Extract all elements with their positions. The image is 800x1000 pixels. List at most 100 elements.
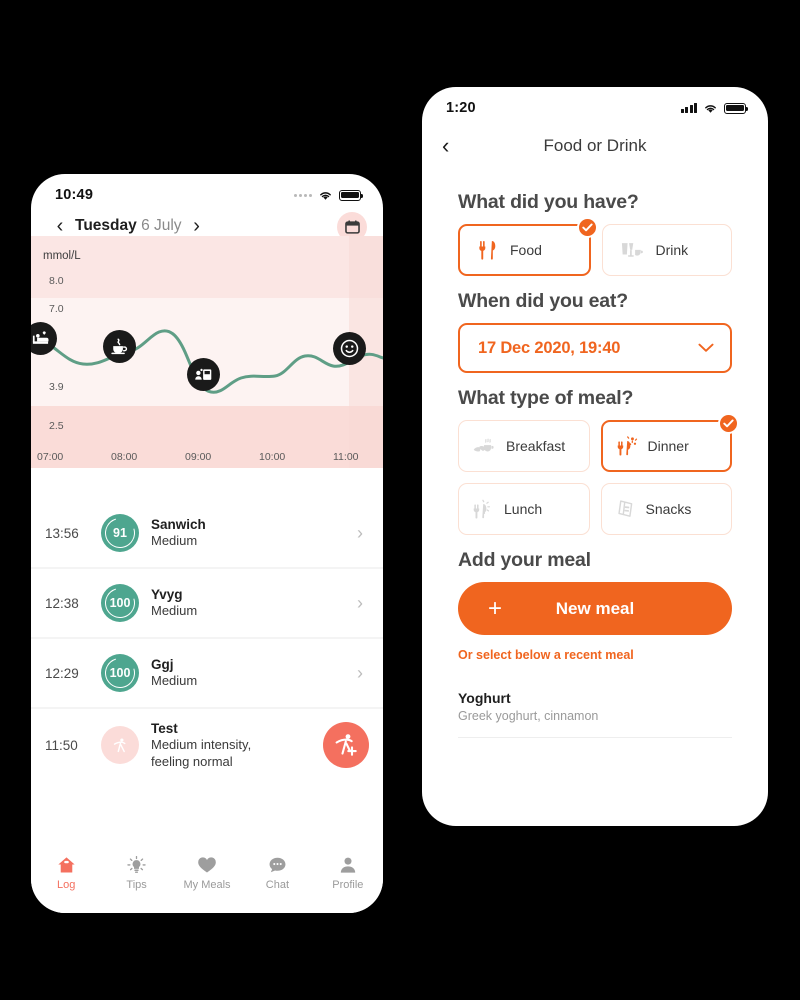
tab-label: Chat xyxy=(265,878,290,891)
signal-bars-icon xyxy=(680,103,697,113)
calendar-icon xyxy=(344,220,360,234)
wifi-icon xyxy=(705,104,716,113)
ytick-7: 7.0 xyxy=(49,303,64,315)
option-label: Lunch xyxy=(504,501,543,517)
recent-meal-item[interactable]: Yoghurt Greek yoghurt, cinnamon xyxy=(458,690,732,738)
row-content: Sanwich Medium xyxy=(151,516,357,550)
question-what-type-of-meal: What type of meal? xyxy=(458,387,634,409)
row-subtitle: Medium xyxy=(151,673,198,689)
status-time: 1:20 xyxy=(446,100,476,116)
row-title: Test xyxy=(151,720,178,736)
page-title: Food or Drink xyxy=(543,136,647,155)
xtick-0800: 08:00 xyxy=(111,451,138,463)
log-row[interactable]: 13:56 91 Sanwich Medium › xyxy=(31,499,383,567)
recent-meal-hint: Or select below a recent meal xyxy=(458,648,634,662)
xtick-1000: 10:00 xyxy=(259,451,286,463)
row-subtitle: Medium intensity, feeling normal xyxy=(151,737,252,769)
chevron-down-icon xyxy=(698,343,714,352)
glasses-icon xyxy=(621,243,643,257)
croissant-coffee-icon xyxy=(473,438,494,452)
add-activity-button[interactable] xyxy=(323,722,369,768)
tab-chat[interactable]: Chat xyxy=(242,856,312,891)
row-score-badge: 91 xyxy=(101,514,139,552)
glucose-chart: mmol/L 8.0 7.0 3.9 2.5 07:00 08:00 09:00… xyxy=(31,236,383,499)
status-bar-left: 10:49 xyxy=(31,174,383,208)
option-lunch[interactable]: Lunch xyxy=(458,483,590,535)
log-list: 13:56 91 Sanwich Medium › 12:38 100 Yvyg… xyxy=(31,499,383,781)
plus-icon: + xyxy=(488,594,503,622)
row-score-value: 100 xyxy=(109,666,131,680)
row-time: 13:56 xyxy=(45,525,79,541)
tab-profile[interactable]: Profile xyxy=(313,856,383,891)
phone-right: 1:20 ‹ Food or Drink What did you have? xyxy=(422,87,768,826)
option-label: Snacks xyxy=(645,501,692,517)
row-score-value: 100 xyxy=(109,596,131,610)
chevron-right-icon[interactable]: › xyxy=(357,523,369,544)
option-dinner[interactable]: Dinner xyxy=(600,413,739,472)
log-row[interactable]: 12:38 100 Yvyg Medium › xyxy=(31,569,383,637)
option-drink[interactable]: Drink xyxy=(601,224,732,276)
row-time: 12:38 xyxy=(45,595,79,611)
prev-day-button[interactable]: ‹ xyxy=(49,216,71,236)
row-content: Ggj Medium xyxy=(151,656,357,690)
tab-my-meals[interactable]: My Meals xyxy=(172,856,242,891)
sleep-icon xyxy=(32,331,49,344)
screenshot-stage: 10:49 ‹ Tuesday 6 July › mmol/L 8.0 7.0 … xyxy=(0,0,800,1000)
new-meal-label: New meal xyxy=(555,598,635,618)
row-content: Yvyg Medium xyxy=(151,586,357,620)
question-what-did-you-have: What did you have? xyxy=(458,191,639,213)
row-title: Ggj xyxy=(151,657,174,673)
cutlery-icon xyxy=(479,240,496,260)
next-day-button[interactable]: › xyxy=(186,216,208,236)
xtick-0700: 07:00 xyxy=(37,451,64,463)
food-drink-options: Food Drink xyxy=(458,217,732,276)
heart-icon xyxy=(198,856,216,872)
battery-icon xyxy=(724,102,749,114)
option-label: Drink xyxy=(655,242,689,258)
lunch-icon xyxy=(473,499,491,519)
chevron-right-icon[interactable]: › xyxy=(357,593,369,614)
tab-label: Profile xyxy=(332,878,364,891)
row-score-badge: 100 xyxy=(101,584,139,622)
date-weekday: Tuesday xyxy=(75,217,137,234)
meal-type-options: Breakfast Dinner Lunch Snacks xyxy=(458,413,739,535)
row-title: Yvyg xyxy=(151,587,183,603)
wifi-icon xyxy=(320,191,331,200)
xtick-0900: 09:00 xyxy=(185,451,212,463)
new-meal-button[interactable]: + New meal xyxy=(458,582,732,635)
datetime-dropdown[interactable]: 17 Dec 2020, 19:40 xyxy=(458,323,732,373)
coffee-icon xyxy=(111,338,128,355)
marker-mood[interactable] xyxy=(333,332,366,365)
breakfast-box-icon xyxy=(195,368,212,380)
option-breakfast[interactable]: Breakfast xyxy=(458,420,590,472)
battery-icon xyxy=(339,189,364,201)
date-day-month: 6 July xyxy=(141,217,182,234)
person-icon xyxy=(340,857,356,873)
divider xyxy=(458,737,732,738)
option-snacks[interactable]: Snacks xyxy=(600,483,732,535)
marker-breakfast[interactable] xyxy=(187,358,220,391)
option-food[interactable]: Food xyxy=(458,217,598,276)
recent-meal-title: Yoghurt xyxy=(458,690,511,706)
back-button[interactable]: ‹ xyxy=(442,135,449,157)
option-label: Food xyxy=(510,242,542,258)
row-subtitle: Medium xyxy=(151,603,198,619)
page-header: ‹ Food or Drink xyxy=(422,121,768,165)
marker-coffee[interactable] xyxy=(103,330,136,363)
tab-tips[interactable]: Tips xyxy=(101,855,171,891)
current-date: Tuesday 6 July xyxy=(75,217,182,235)
tab-log[interactable]: Log xyxy=(31,856,101,891)
tab-label: Tips xyxy=(126,878,147,891)
add-activity-icon xyxy=(335,734,357,756)
chevron-right-icon[interactable]: › xyxy=(357,663,369,684)
tab-label: My Meals xyxy=(183,878,231,891)
row-score-value: 91 xyxy=(113,526,127,540)
log-row[interactable]: 12:29 100 Ggj Medium › xyxy=(31,639,383,707)
log-row[interactable]: 11:50 Test Medium intensity, feeling nor… xyxy=(31,709,383,781)
smiley-icon xyxy=(340,339,359,358)
page-body: What did you have? Food Drink When did y… xyxy=(422,165,768,738)
tab-label: Log xyxy=(57,878,76,891)
check-icon xyxy=(718,413,739,434)
ytick-8: 8.0 xyxy=(49,275,64,287)
dinner-icon xyxy=(617,436,637,456)
